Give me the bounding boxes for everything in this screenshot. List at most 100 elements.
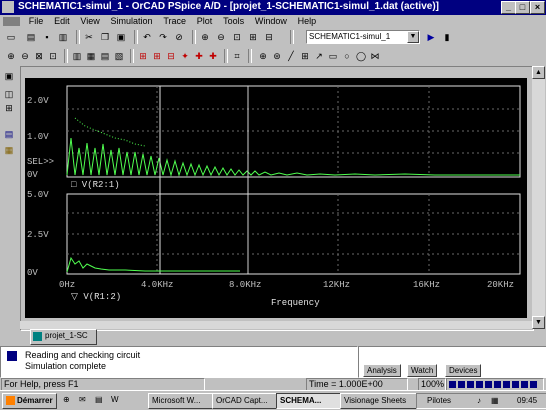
- zoom-previous-icon[interactable]: ⊟: [262, 30, 276, 44]
- cursor-peak-icon[interactable]: ⊞: [150, 49, 164, 63]
- task-word[interactable]: Microsoft W...: [148, 393, 213, 409]
- x-tick-20khz: 20KHz: [487, 280, 515, 290]
- arrow-label-icon[interactable]: ↗: [312, 49, 326, 63]
- menu-trace[interactable]: Trace: [159, 15, 190, 28]
- menu-edit[interactable]: Edit: [50, 15, 74, 28]
- start-button[interactable]: Démarrer: [2, 393, 57, 409]
- cursor-trough-icon[interactable]: ⊟: [164, 49, 178, 63]
- sel-marker[interactable]: SEL>>: [27, 157, 54, 167]
- mark-label-icon[interactable]: ⌗: [230, 49, 244, 63]
- output-icon: [7, 351, 17, 361]
- plot-doc-icon: [33, 332, 42, 341]
- circle-label-icon[interactable]: ○: [340, 49, 354, 63]
- zoom-fit-icon[interactable]: ⊞: [246, 30, 260, 44]
- menu-tools[interactable]: Tools: [219, 15, 248, 28]
- lower-tick-2-5v: 2.5V: [27, 230, 49, 240]
- quicklaunch-outlook-icon[interactable]: ✉: [76, 393, 93, 407]
- close-button[interactable]: ×: [530, 1, 545, 14]
- windows-logo-icon: [6, 396, 15, 406]
- ellipse-label-icon[interactable]: ◯: [354, 49, 368, 63]
- cursor-max-icon[interactable]: ✚: [206, 49, 220, 63]
- probe-icon[interactable]: ⊞: [3, 102, 15, 114]
- task-orcad-capture[interactable]: OrCAD Capt...: [212, 393, 277, 409]
- network-icon[interactable]: ▦: [491, 394, 499, 408]
- quicklaunch-word-icon[interactable]: W: [108, 393, 125, 407]
- menu-simulation[interactable]: Simulation: [107, 15, 157, 28]
- scroll-up-icon[interactable]: ▲: [532, 66, 545, 79]
- task-pspice[interactable]: SCHEMA...: [276, 393, 341, 409]
- menu-help[interactable]: Help: [294, 15, 321, 28]
- lower-tick-0v: 0V: [27, 268, 38, 278]
- vertical-scrollbar[interactable]: ▲ ▼: [532, 66, 545, 329]
- pause-icon[interactable]: ▮: [440, 30, 454, 44]
- system-tray: Pilotes ♪ ▦ 09:45: [416, 393, 546, 409]
- run-icon[interactable]: ▶: [424, 30, 438, 44]
- upper-tick-1v: 1.0V: [27, 132, 49, 142]
- zoom-in-tool-icon[interactable]: ⊕: [4, 49, 18, 63]
- scroll-down-icon[interactable]: ▼: [532, 316, 545, 329]
- x-axis-label: Frequency: [271, 298, 320, 308]
- tab-projet[interactable]: projet_1-SC: [30, 329, 97, 345]
- print-icon[interactable]: ▥: [56, 30, 70, 44]
- zoom-in-icon[interactable]: ⊕: [198, 30, 212, 44]
- cut-icon[interactable]: ✂: [82, 30, 96, 44]
- undo-icon[interactable]: ↶: [140, 30, 154, 44]
- redo-icon[interactable]: ↷: [156, 30, 170, 44]
- simulation-settings-icon[interactable]: ▣: [3, 70, 15, 82]
- open-icon[interactable]: ▤: [24, 30, 38, 44]
- cursor-slope-icon[interactable]: ✦: [178, 49, 192, 63]
- paste-icon[interactable]: ▣: [114, 30, 128, 44]
- markers-icon[interactable]: ◫: [3, 88, 15, 100]
- add-trace-icon[interactable]: ▧: [112, 49, 126, 63]
- fourier-icon[interactable]: ▦: [84, 49, 98, 63]
- upper-tick-0v: 0V: [27, 170, 38, 180]
- simulation-profile-select[interactable]: SCHEMATIC1-simul_1 ▼: [306, 30, 420, 44]
- attach-icon[interactable]: ⊘: [172, 30, 186, 44]
- chevron-down-icon[interactable]: ▼: [407, 31, 419, 43]
- menu-window[interactable]: Window: [251, 15, 291, 28]
- cursor-min-icon[interactable]: ✚: [192, 49, 206, 63]
- save-icon[interactable]: ▪: [40, 30, 54, 44]
- new-icon[interactable]: ▭: [4, 30, 18, 44]
- menu-plot[interactable]: Plot: [193, 15, 217, 28]
- performance-icon[interactable]: ▤: [98, 49, 112, 63]
- poly-label-icon[interactable]: ⊞: [298, 49, 312, 63]
- quicklaunch-desktop-icon[interactable]: ▤: [92, 393, 109, 407]
- speaker-icon[interactable]: ♪: [477, 394, 481, 408]
- tab-devices[interactable]: Devices: [445, 364, 482, 377]
- tab-analysis[interactable]: Analysis: [363, 364, 401, 377]
- zoom-out-icon[interactable]: ⊖: [214, 30, 228, 44]
- zoom-out-tool-icon[interactable]: ⊖: [18, 49, 32, 63]
- app-icon[interactable]: [2, 1, 14, 13]
- mark-point-icon[interactable]: ⋈: [368, 49, 382, 63]
- box-label-icon[interactable]: ▭: [326, 49, 340, 63]
- x-tick-0hz: 0Hz: [59, 280, 76, 290]
- upper-trace-legend[interactable]: □ V(R2:1): [71, 180, 120, 190]
- menu-file[interactable]: File: [25, 15, 48, 28]
- document-icon[interactable]: [3, 17, 20, 26]
- text-label-icon[interactable]: ⊛: [270, 49, 284, 63]
- cursor-icon[interactable]: ⊞: [136, 49, 150, 63]
- maximize-button[interactable]: □: [515, 1, 530, 14]
- output-window-icon[interactable]: ▤: [3, 128, 15, 140]
- zoom-area-tool-icon[interactable]: ⊠: [32, 49, 46, 63]
- line-label-icon[interactable]: ╱: [284, 49, 298, 63]
- zoom-fit-tool-icon[interactable]: ⊡: [46, 49, 60, 63]
- waveform-svg: [66, 85, 521, 275]
- waveform-plot[interactable]: 2.0V 1.0V SEL>> 0V □ V(R2:1) 5.0V 2.5V 0…: [25, 78, 527, 318]
- quicklaunch-ie-icon[interactable]: ⊕: [60, 393, 77, 407]
- log-x-icon[interactable]: ▥: [70, 49, 84, 63]
- horizontal-scrollbar[interactable]: [20, 321, 532, 329]
- copy-icon[interactable]: ❐: [98, 30, 112, 44]
- tray-label: Pilotes: [427, 396, 452, 405]
- tab-watch[interactable]: Watch: [407, 364, 438, 377]
- task-sheets[interactable]: Visionage Sheets: [340, 393, 417, 409]
- x-tick-8khz: 8.0KHz: [229, 280, 262, 290]
- lower-trace-legend[interactable]: ▽ V(R1:2): [71, 292, 121, 302]
- add-marker-icon[interactable]: ⊕: [256, 49, 270, 63]
- output-window[interactable]: Reading and checking circuit Simulation …: [0, 346, 358, 378]
- menu-view[interactable]: View: [76, 15, 103, 28]
- zoom-area-icon[interactable]: ⊡: [230, 30, 244, 44]
- view-sim-icon[interactable]: ▦: [3, 144, 15, 156]
- minimize-button[interactable]: _: [501, 1, 516, 14]
